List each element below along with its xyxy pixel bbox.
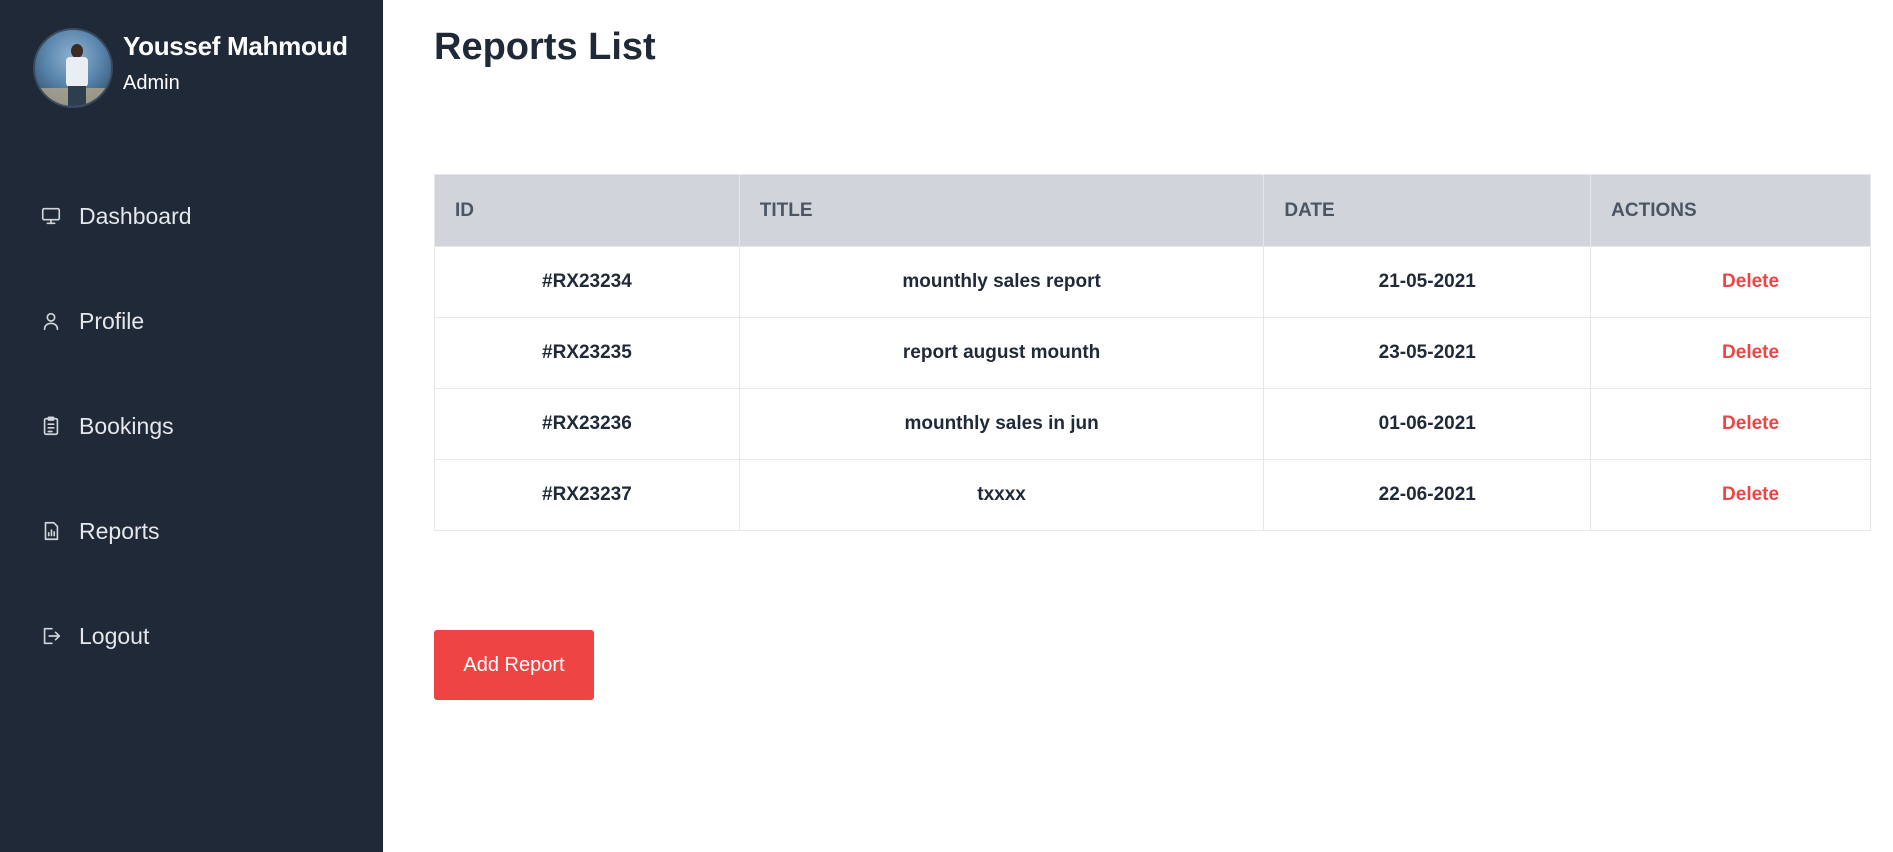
sidebar-item-label: Profile [79,307,145,334]
user-name: Youssef Mahmoud [123,31,348,61]
report-date: 22-06-2021 [1263,459,1592,531]
logout-icon [40,625,62,647]
delete-button[interactable]: Delete [1590,459,1871,531]
sidebar-item-label: Logout [79,622,150,649]
page-title: Reports List [434,26,656,68]
report-date: 01-06-2021 [1263,388,1592,460]
report-date: 21-05-2021 [1263,246,1592,318]
report-id: #RX23234 [434,246,740,318]
delete-button[interactable]: Delete [1590,317,1871,389]
sidebar-item-profile[interactable]: Profile [40,300,192,342]
report-title: mounthly sales in jun [738,388,1265,460]
table-row: #RX23237 txxxx 22-06-2021 Delete [434,459,1871,531]
table-row: #RX23235 report august mounth 23-05-2021… [434,317,1871,389]
report-title: mounthly sales report [738,246,1265,318]
delete-button[interactable]: Delete [1590,388,1871,460]
table-row: #RX23236 mounthly sales in jun 01-06-202… [434,388,1871,460]
add-report-button[interactable]: Add Report [434,630,594,700]
sidebar-item-dashboard[interactable]: Dashboard [40,195,192,237]
monitor-icon [40,205,62,227]
reports-table: ID TITLE DATE ACTIONS #RX23234 mounthly … [434,174,1871,531]
delete-button[interactable]: Delete [1590,246,1871,318]
sidebar-item-reports[interactable]: Reports [40,510,192,552]
column-header-date: DATE [1263,174,1592,247]
report-date: 23-05-2021 [1263,317,1592,389]
sidebar-nav: Dashboard Profile Bookings Reports Logou… [40,195,192,720]
sidebar-item-label: Dashboard [79,202,192,229]
avatar[interactable] [33,28,113,108]
sidebar-item-label: Bookings [79,412,174,439]
user-role: Admin [123,72,180,94]
report-id: #RX23236 [434,388,740,460]
column-header-title: TITLE [738,174,1265,247]
report-file-icon [40,520,62,542]
column-header-actions: ACTIONS [1590,174,1871,247]
user-profile: Youssef Mahmoud Admin [33,28,348,108]
report-id: #RX23235 [434,317,740,389]
column-header-id: ID [434,174,740,247]
report-title: txxxx [738,459,1265,531]
sidebar-item-label: Reports [79,517,160,544]
sidebar: Youssef Mahmoud Admin Dashboard Profile … [0,0,383,852]
user-icon [40,310,62,332]
report-id: #RX23237 [434,459,740,531]
table-row: #RX23234 mounthly sales report 21-05-202… [434,246,1871,318]
report-title: report august mounth [738,317,1265,389]
sidebar-item-bookings[interactable]: Bookings [40,405,192,447]
sidebar-item-logout[interactable]: Logout [40,615,192,657]
clipboard-icon [40,415,62,437]
table-header-row: ID TITLE DATE ACTIONS [434,174,1871,247]
